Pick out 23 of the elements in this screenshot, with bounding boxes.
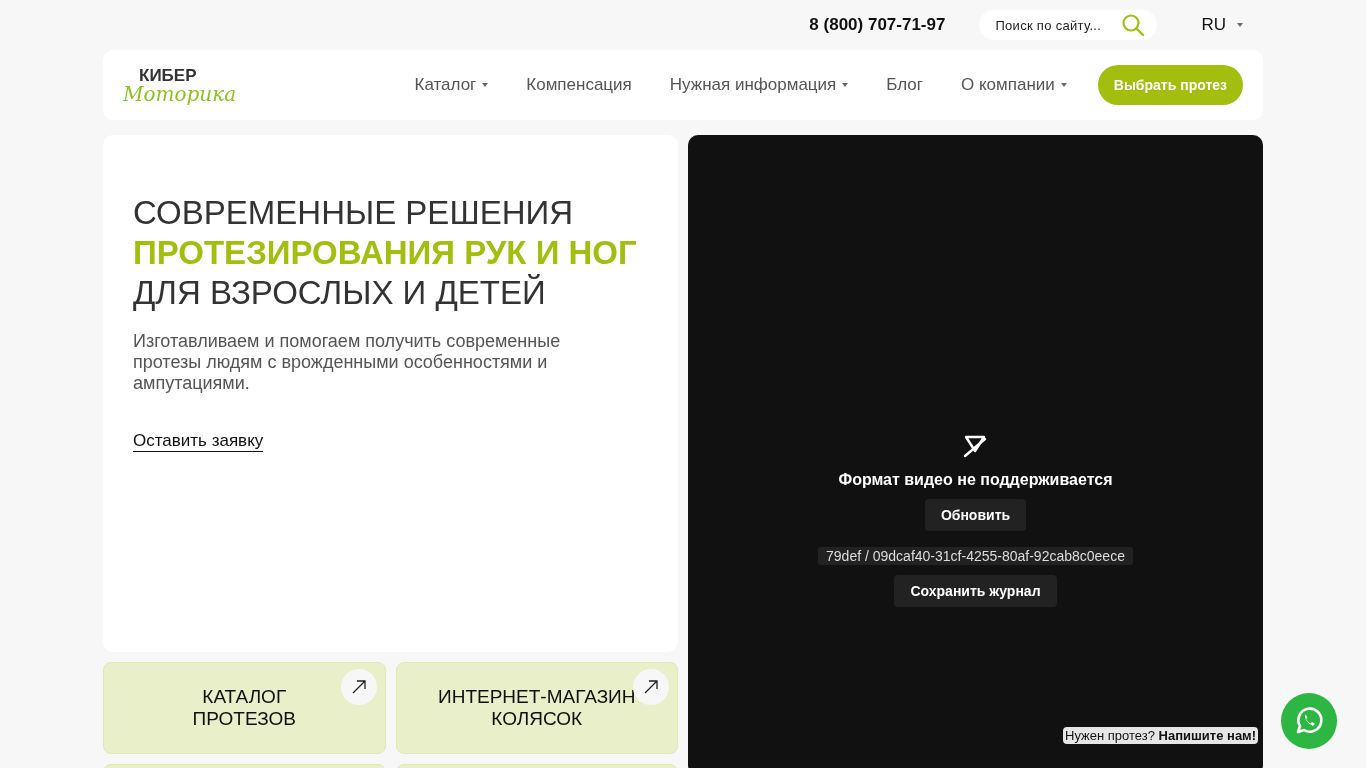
- language-selector[interactable]: RU: [1201, 15, 1243, 35]
- nav-link[interactable]: Каталог: [395, 75, 508, 95]
- search-field[interactable]: Поиск по сайту...: [979, 10, 1158, 40]
- category-tile[interactable]: КАТАЛОГ ПРОТЕЗОВ: [103, 662, 386, 754]
- request-link[interactable]: Оставить заявку: [133, 431, 264, 452]
- phone-number[interactable]: 8 (800) 707-71-97: [809, 15, 946, 35]
- video-error-message: Формат видео не поддерживается: [838, 471, 1113, 489]
- tile-title: ИНТЕРНЕТ-МАГАЗИН КОЛЯСОК: [438, 686, 636, 730]
- video-off-icon: [962, 433, 989, 459]
- hero-description: Изготавливаем и помогаем получить современные протезы людям с врожденными особенностями и ампутациями.: [133, 331, 562, 394]
- chat-prompt[interactable]: Нужен протез? Напишите нам!: [1063, 727, 1259, 744]
- nav-link[interactable]: О компании: [942, 75, 1086, 95]
- chat-bubble-icon[interactable]: [1281, 693, 1337, 749]
- error-id: 79def / 09dcaf40-31cf-4255-80af-92cab8c0eece: [818, 547, 1133, 565]
- nav-link[interactable]: Компенсация: [507, 75, 651, 95]
- nav-link[interactable]: Нужная информация: [650, 75, 868, 95]
- logo[interactable]: КИБЕР Моторика: [123, 66, 237, 104]
- nav-link[interactable]: Блог: [867, 75, 942, 95]
- hero-heading: СОВРЕМЕННЫЕ РЕШЕНИЯ ПРОТЕЗИРОВАНИЯ РУК И НОГ ДЛЯ ВЗРОСЛЫХ И ДЕТЕЙ: [133, 193, 638, 313]
- category-tile[interactable]: ИНТЕРНЕТ-МАГАЗИН КОЛЯСОК: [395, 662, 678, 754]
- reload-button[interactable]: Обновить: [924, 499, 1027, 531]
- tile-title: КАТАЛОГ ПРОТЕЗОВ: [192, 686, 296, 730]
- save-log-button[interactable]: Сохранить журнал: [894, 575, 1057, 607]
